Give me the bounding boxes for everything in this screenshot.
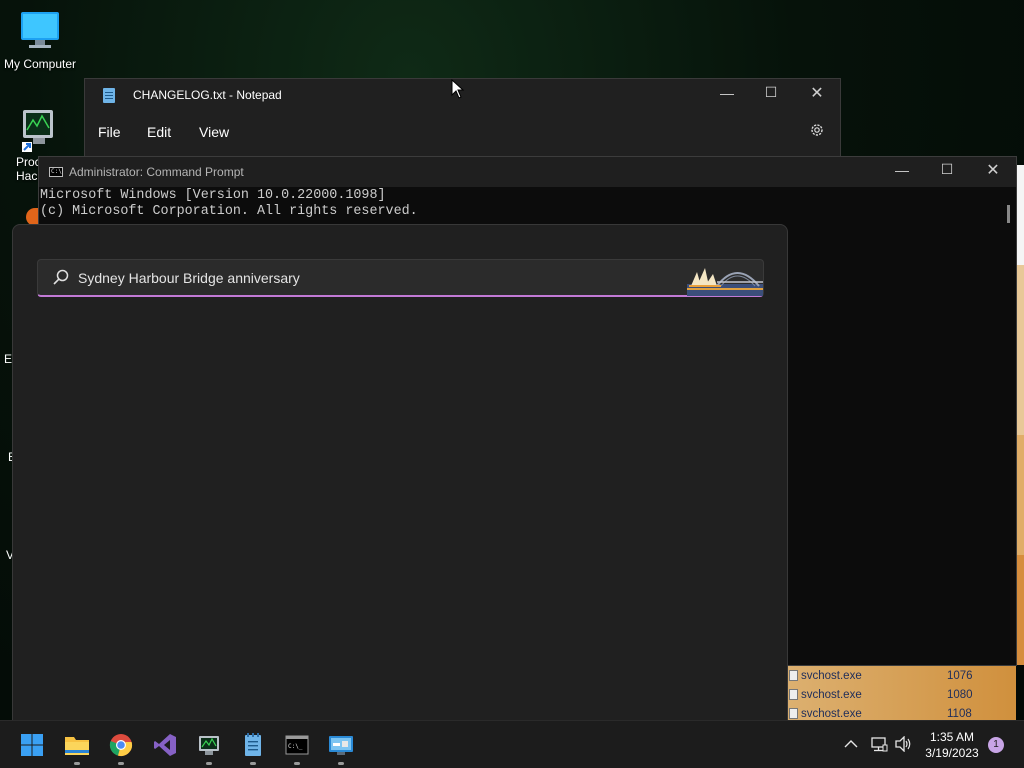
process-name: svchost.exe: [801, 669, 862, 682]
process-name: svchost.exe: [801, 707, 862, 720]
process-pid: 1080: [947, 688, 973, 701]
console-output: Microsoft Windows [Version 10.0.22000.10…: [40, 188, 418, 220]
sydney-harbour-bridge-illustration: [687, 268, 763, 296]
process-hacker-icon: [22, 110, 53, 152]
clock-date: 3/19/2023: [925, 746, 979, 760]
search-panel: [12, 224, 788, 724]
process-hacker-icon: [199, 736, 219, 755]
volume-icon[interactable]: [895, 736, 913, 752]
console-line: Microsoft Windows [Version 10.0.22000.10…: [40, 188, 386, 203]
process-row[interactable]: svchost.exe 1108: [788, 704, 1016, 720]
taskbar-process-hacker[interactable]: [193, 729, 225, 765]
chrome-icon: [109, 734, 133, 757]
process-pid: 1076: [947, 669, 973, 682]
menu-edit[interactable]: Edit: [147, 124, 171, 140]
file-explorer-icon: [65, 737, 89, 755]
desktop-icon-label: My Computer: [3, 57, 77, 71]
control-panel-icon: [329, 736, 353, 755]
process-name: svchost.exe: [801, 688, 862, 701]
taskbar-terminal[interactable]: C:\_: [281, 729, 313, 765]
notepad-icon: [245, 733, 261, 756]
process-row[interactable]: svchost.exe 1076: [788, 666, 1016, 685]
window-title: CHANGELOG.txt - Notepad: [133, 88, 282, 102]
taskbar-chrome[interactable]: [105, 729, 137, 765]
search-box[interactable]: [37, 259, 764, 297]
minimize-button[interactable]: —: [886, 162, 918, 178]
terminal-icon: C:\: [49, 167, 63, 177]
search-input[interactable]: [78, 266, 678, 290]
maximize-button[interactable]: ☐: [755, 84, 787, 101]
system-clock[interactable]: 1:35 AM 3/19/2023: [920, 729, 984, 761]
clock-time: 1:35 AM: [929, 730, 975, 744]
taskbar: C:\_ 1:35 AM 3/19/2023 1: [0, 720, 1024, 768]
visual-studio-icon: [154, 734, 176, 756]
taskbar-notepad[interactable]: [237, 729, 269, 765]
close-button[interactable]: ✕: [801, 83, 833, 103]
scrollbar-thumb[interactable]: [1007, 205, 1010, 223]
start-button[interactable]: [16, 729, 48, 761]
taskbar-control-panel[interactable]: [325, 729, 357, 765]
menu-view[interactable]: View: [199, 124, 229, 140]
console-line: (c) Microsoft Corporation. All rights re…: [40, 204, 418, 219]
minimize-button[interactable]: —: [711, 85, 743, 101]
background-window-edge: [1016, 165, 1024, 665]
gear-icon[interactable]: [809, 122, 825, 138]
menu-file[interactable]: File: [98, 124, 121, 140]
network-icon[interactable]: [870, 736, 888, 752]
taskbar-file-explorer[interactable]: [61, 729, 93, 765]
process-pid: 1108: [947, 707, 972, 720]
notepad-icon: [103, 88, 115, 103]
notification-badge[interactable]: 1: [988, 737, 1004, 753]
close-button[interactable]: ✕: [977, 160, 1009, 180]
chevron-up-icon[interactable]: [844, 739, 858, 749]
maximize-button[interactable]: ☐: [931, 161, 963, 178]
start-icon: [21, 734, 43, 756]
computer-icon: [21, 12, 59, 48]
process-row[interactable]: svchost.exe 1080: [788, 685, 1016, 704]
mouse-cursor-icon: [451, 79, 465, 99]
svg-text:C:\_: C:\_: [288, 743, 303, 750]
search-icon: [53, 269, 69, 285]
background-process-list: svchost.exe 1076 svchost.exe 1080 svchos…: [788, 666, 1016, 720]
desktop-icon-my-computer[interactable]: My Computer: [0, 10, 80, 71]
window-title: Administrator: Command Prompt: [69, 165, 244, 179]
file-icon: [789, 708, 798, 719]
terminal-icon: C:\_: [285, 735, 309, 755]
file-icon: [789, 670, 798, 681]
taskbar-visual-studio[interactable]: [149, 729, 181, 761]
window-titlebar[interactable]: C:\ Administrator: Command Prompt — ☐ ✕: [39, 157, 1016, 187]
file-icon: [789, 689, 798, 700]
